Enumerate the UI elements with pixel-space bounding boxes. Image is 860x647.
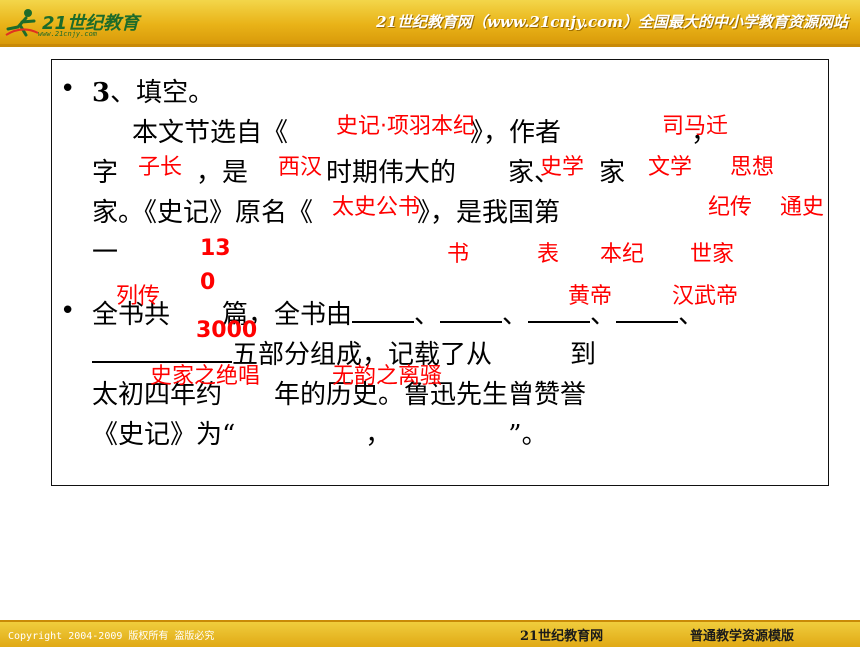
answer-part-1: 书 xyxy=(447,242,470,267)
header-rule xyxy=(0,44,860,47)
answer-genre-2: 通史 xyxy=(780,195,825,220)
answer-original-title: 太史公书 xyxy=(332,195,421,220)
question-title: 3、填空。 xyxy=(92,72,214,109)
question-line-4: 家。《史记》原名《 》，是我国第 xyxy=(92,198,561,228)
answer-part-5: 列传 xyxy=(116,284,161,309)
header-slogan: 21世纪教育网（www.21cnjy.com）全国最大的中小学教育资源网站 xyxy=(376,13,848,31)
separator: 、 xyxy=(414,300,441,330)
answer-praise-1: 史家之绝唱 xyxy=(150,364,261,389)
bullet: • xyxy=(60,74,76,104)
running-figure-icon xyxy=(5,9,39,37)
answer-part-3: 本纪 xyxy=(600,242,645,267)
answer-years: 3000 xyxy=(196,318,258,343)
answer-courtesy-name: 子长 xyxy=(138,155,183,180)
footer-brand[interactable]: 21世纪教育网 xyxy=(520,625,603,644)
separator: 、 xyxy=(502,300,529,330)
logo-url: www.21cnjy.com xyxy=(38,30,98,38)
answer-praise-2: 无韵之离骚 xyxy=(332,364,443,389)
answer-count-b: 0 xyxy=(200,270,216,295)
answer-from: 黄帝 xyxy=(568,284,613,309)
answer-dynasty: 西汉 xyxy=(278,155,323,180)
question-line-5: 一 xyxy=(92,238,119,268)
answer-part-4: 世家 xyxy=(690,242,735,267)
question-line-9: 《史记》为“ ， ”。 xyxy=(92,420,548,450)
blank xyxy=(616,297,679,323)
answer-source: 史记·项羽本纪 xyxy=(336,114,475,139)
question-line-6: 全书共 篇，全书由、、、、 xyxy=(92,294,704,331)
answer-count-a: 13 xyxy=(200,236,231,261)
site-logo[interactable]: 21世纪教育 www.21cnjy.com xyxy=(4,5,154,41)
footer-copyright: Copyright 2004-2009 版权所有 盗版必究 xyxy=(8,631,215,642)
answer-genre-1: 纪传 xyxy=(708,195,753,220)
blank xyxy=(440,297,503,323)
answer-role-2: 文学 xyxy=(648,155,693,180)
bullet: • xyxy=(60,296,76,326)
question-title-text: 、填空。 xyxy=(110,78,215,108)
answer-role-3: 思想 xyxy=(730,155,775,180)
blank xyxy=(352,297,415,323)
answer-part-2: 表 xyxy=(537,242,560,267)
answer-role-1: 史学 xyxy=(540,155,585,180)
answer-to: 汉武帝 xyxy=(672,284,739,309)
answer-author: 司马迁 xyxy=(662,114,729,139)
footer-template-label: 普通教学资源模版 xyxy=(690,629,795,644)
question-number: 3 xyxy=(92,78,111,108)
